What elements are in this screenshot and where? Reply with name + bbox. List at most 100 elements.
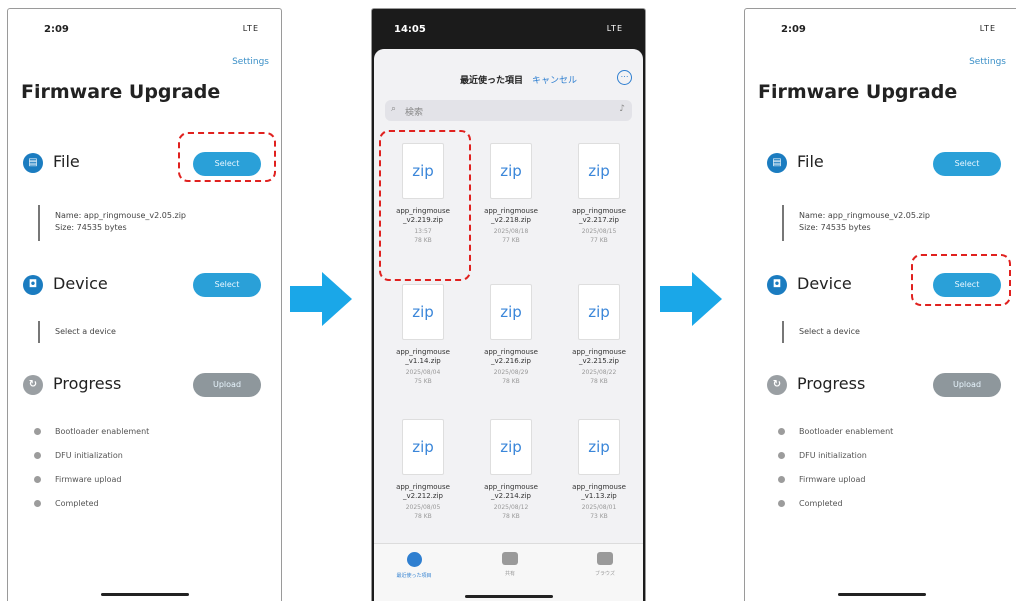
file-meta: 2025/08/15 77 KB [581, 228, 617, 244]
search-input[interactable]: ⌕ 検索 ♪ [385, 100, 632, 121]
zip-file-icon: zip [402, 284, 444, 340]
zip-file-icon: zip [490, 284, 532, 340]
tab-shared[interactable]: 共有 [480, 552, 540, 577]
file-name: app_ringmouse _v2.214.zip [484, 483, 538, 500]
file-item[interactable]: zip app_ringmouse _v2.217.zip 2025/08/15 7… [556, 143, 642, 273]
step-label: Firmware upload [799, 475, 866, 484]
clock-icon [406, 552, 422, 567]
step-label: Bootloader enablement [799, 427, 894, 436]
step-label: DFU initialization [799, 451, 867, 460]
arrow-right-icon [290, 272, 352, 326]
status-time: 2:09 [781, 24, 806, 35]
zip-file-icon: zip [578, 143, 620, 199]
phone-screen-initial: 2:09 LTE Settings Firmware Upgrade ▤ Fil… [7, 8, 282, 601]
file-item[interactable]: zip app_ringmouse _v1.13.zip 2025/08/01 73… [556, 419, 642, 549]
device-icon: ◘ [767, 275, 787, 295]
file-name: app_ringmouse _v1.13.zip [572, 483, 626, 500]
home-indicator [837, 593, 926, 596]
upload-button[interactable]: Upload [933, 373, 1001, 397]
shared-folder-icon [502, 552, 518, 565]
step-label: Firmware upload [55, 475, 122, 484]
tab-browse[interactable]: ブラウズ [575, 552, 635, 577]
device-section-title: Device [797, 274, 852, 293]
step-label: Completed [55, 499, 99, 508]
status-time: 2:09 [44, 24, 69, 35]
file-name: app_ringmouse _v1.14.zip [396, 348, 450, 365]
file-size: Size: 74535 bytes [799, 223, 871, 232]
search-icon: ⌕ [391, 104, 397, 114]
status-time: 14:05 [394, 24, 426, 35]
divider [38, 205, 40, 241]
device-icon: ◘ [23, 275, 43, 295]
file-name: app_ringmouse _v2.218.zip [484, 207, 538, 224]
file-section-title: File [53, 152, 80, 171]
tab-label: 最近使った項目 [396, 573, 432, 579]
highlight-box [379, 130, 471, 281]
file-name: Name: app_ringmouse_v2.05.zip [799, 211, 930, 220]
file-meta: 2025/08/04 75 KB [405, 369, 441, 385]
page-title: Firmware Upgrade [758, 81, 958, 103]
file-meta: 2025/08/22 78 KB [581, 369, 617, 385]
device-select-button[interactable]: Select [193, 273, 261, 297]
step-dot [34, 476, 41, 483]
file-icon: ▤ [767, 153, 787, 173]
file-item[interactable]: zip app_ringmouse _v2.212.zip 2025/08/05 7… [380, 419, 466, 549]
progress-icon: ↻ [23, 375, 43, 395]
file-meta: 2025/08/12 78 KB [493, 504, 529, 520]
step-label: Bootloader enablement [55, 427, 150, 436]
step-dot [34, 428, 41, 435]
divider [782, 205, 784, 241]
cancel-button[interactable]: キャンセル [532, 73, 577, 86]
zip-file-icon: zip [578, 284, 620, 340]
phone-screen-file-selected: 2:09 LTE Settings Firmware Upgrade ▤ Fil… [744, 8, 1016, 601]
file-info: Name: app_ringmouse_v2.05.zip Size: 7453… [799, 210, 930, 234]
file-meta: 2025/08/05 78 KB [405, 504, 441, 520]
step-dot [778, 428, 785, 435]
file-item[interactable]: zip app_ringmouse _v2.215.zip 2025/08/22 7… [556, 284, 642, 414]
microphone-icon[interactable]: ♪ [619, 104, 625, 114]
tab-bar: 最近使った項目 共有 ブラウズ [374, 543, 643, 601]
signal-icon: LTE [242, 24, 259, 33]
settings-link[interactable]: Settings [969, 57, 1006, 67]
upload-button[interactable]: Upload [193, 373, 261, 397]
file-icon: ▤ [23, 153, 43, 173]
file-select-button[interactable]: Select [933, 152, 1001, 176]
search-placeholder: 検索 [405, 108, 424, 118]
zip-file-icon: zip [490, 419, 532, 475]
device-info: Select a device [799, 327, 860, 336]
file-name: app_ringmouse _v2.212.zip [396, 483, 450, 500]
tab-label: ブラウズ [594, 571, 615, 577]
divider [38, 321, 40, 343]
highlight-box [178, 132, 276, 182]
more-icon[interactable]: ⋯ [617, 70, 632, 85]
step-dot [34, 452, 41, 459]
arrow-right-icon [660, 272, 722, 326]
file-name: Name: app_ringmouse_v2.05.zip [55, 211, 186, 220]
zip-file-icon: zip [490, 143, 532, 199]
signal-icon: LTE [606, 24, 623, 33]
zip-file-icon: zip [578, 419, 620, 475]
folder-icon [597, 552, 613, 565]
file-item[interactable]: zip app_ringmouse _v2.218.zip 2025/08/18 7… [468, 143, 554, 273]
phone-screen-file-picker: 14:05 LTE 最近使った項目 キャンセル ⋯ ⌕ 検索 ♪ zip app… [371, 8, 646, 601]
status-bar: 2:09 LTE [745, 9, 1016, 49]
device-section-title: Device [53, 274, 108, 293]
file-item[interactable]: zip app_ringmouse _v2.214.zip 2025/08/12 7… [468, 419, 554, 549]
step-label: DFU initialization [55, 451, 123, 460]
picker-title: 最近使った項目 [460, 76, 524, 86]
file-item[interactable]: zip app_ringmouse _v2.216.zip 2025/08/29 7… [468, 284, 554, 414]
zip-file-icon: zip [402, 419, 444, 475]
device-info: Select a device [55, 327, 116, 336]
file-name: app_ringmouse _v2.216.zip [484, 348, 538, 365]
step-dot [778, 476, 785, 483]
status-bar: 2:09 LTE [8, 9, 281, 49]
file-item[interactable]: zip app_ringmouse _v1.14.zip 2025/08/04 75… [380, 284, 466, 414]
step-label: Completed [799, 499, 843, 508]
tab-recents[interactable]: 最近使った項目 [384, 552, 444, 579]
settings-link[interactable]: Settings [232, 57, 269, 67]
page-title: Firmware Upgrade [21, 81, 221, 103]
home-indicator [464, 595, 553, 598]
highlight-box [911, 254, 1011, 306]
file-name: app_ringmouse _v2.215.zip [572, 348, 626, 365]
step-dot [778, 452, 785, 459]
